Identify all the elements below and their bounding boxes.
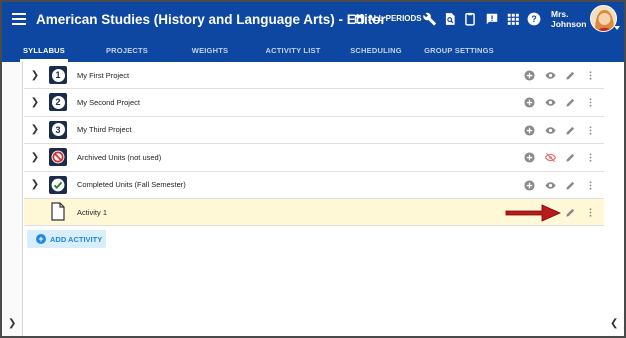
- number-badge-icon: 3: [49, 120, 67, 139]
- add-activity-button[interactable]: + ADD ACTIVITY: [27, 230, 106, 248]
- list-item[interactable]: ❯ 3 My Third Project: [24, 117, 604, 145]
- list-item[interactable]: ❯ 2 My Second Project: [24, 89, 604, 117]
- pencil-icon[interactable]: [565, 70, 576, 81]
- chevron-right-icon[interactable]: ❯: [30, 179, 40, 190]
- wrench-icon[interactable]: [422, 11, 438, 27]
- number-badge-icon: 2: [49, 93, 67, 112]
- left-rail: ❯: [2, 62, 23, 336]
- tab-projects[interactable]: PROJECTS: [98, 38, 156, 62]
- badge-number: 2: [51, 95, 65, 109]
- check-circle-icon: [49, 175, 67, 194]
- more-vert-icon[interactable]: [585, 152, 596, 163]
- list-item[interactable]: ❯ Completed Units (Fall Semester): [24, 172, 604, 199]
- clipboard-icon[interactable]: [462, 11, 478, 27]
- list-item[interactable]: ❯ Archived Units (not used): [24, 144, 604, 172]
- eye-icon[interactable]: [545, 97, 556, 108]
- row-label: Archived Units (not used): [77, 152, 162, 162]
- more-vert-icon[interactable]: [585, 207, 596, 218]
- tab-activity-list[interactable]: ACTIVITY LIST: [260, 38, 326, 62]
- tab-syllabus[interactable]: SYLLABUS: [20, 38, 68, 62]
- pencil-icon[interactable]: [565, 180, 576, 191]
- row-label: Completed Units (Fall Semester): [77, 180, 186, 190]
- user-name-line1: Mrs.: [551, 9, 569, 19]
- chevron-right-icon[interactable]: ❯: [30, 152, 40, 163]
- row-label: My Third Project: [77, 125, 132, 135]
- badge-number: 3: [51, 123, 65, 137]
- calendar-icon: [354, 13, 365, 24]
- pencil-icon[interactable]: [565, 207, 576, 218]
- row-label: Activity 1: [77, 207, 108, 217]
- add-circle-icon[interactable]: [524, 180, 535, 191]
- pencil-icon[interactable]: [565, 152, 576, 163]
- eye-icon[interactable]: [545, 70, 556, 81]
- collapse-panel-icon[interactable]: ❮: [610, 318, 618, 329]
- user-name[interactable]: Mrs. Johnson: [551, 9, 586, 29]
- menu-icon[interactable]: [12, 13, 26, 25]
- add-activity-label: ADD ACTIVITY: [50, 234, 103, 244]
- help-icon[interactable]: ?: [526, 11, 542, 27]
- row-label: My First Project: [77, 70, 130, 80]
- chevron-right-icon[interactable]: ❯: [30, 124, 40, 135]
- user-name-line2: Johnson: [551, 19, 587, 29]
- chevron-right-icon[interactable]: ❯: [30, 70, 40, 81]
- list-item[interactable]: ❯ 1 My First Project: [24, 62, 604, 90]
- search-document-icon[interactable]: [442, 11, 458, 27]
- tab-weights[interactable]: WEIGHTS: [186, 38, 234, 62]
- more-vert-icon[interactable]: [585, 97, 596, 108]
- row-label: My Second Project: [77, 98, 140, 108]
- badge-number: 1: [51, 68, 65, 82]
- avatar[interactable]: [590, 5, 617, 32]
- app-window: American Studies (History and Language A…: [0, 0, 626, 338]
- tab-group-settings[interactable]: GROUP SETTINGS: [424, 38, 494, 62]
- prohibited-icon: [49, 148, 67, 167]
- periods-button[interactable]: ALL PERIODS: [354, 13, 422, 24]
- more-vert-icon[interactable]: [585, 125, 596, 136]
- add-circle-icon[interactable]: [524, 97, 535, 108]
- periods-label: ALL PERIODS: [368, 14, 422, 23]
- more-vert-icon[interactable]: [585, 180, 596, 191]
- number-badge-icon: 1: [49, 66, 67, 84]
- avatar-dropdown-icon[interactable]: [614, 26, 620, 30]
- callout-arrow-icon: [505, 204, 561, 222]
- pencil-icon[interactable]: [565, 125, 576, 136]
- page-title: American Studies (History and Language A…: [36, 12, 386, 27]
- more-vert-icon[interactable]: [585, 70, 596, 81]
- pencil-icon[interactable]: [565, 97, 576, 108]
- app-bar: American Studies (History and Language A…: [2, 2, 624, 62]
- add-circle-icon[interactable]: [524, 125, 535, 136]
- eye-icon[interactable]: [545, 125, 556, 136]
- tab-scheduling[interactable]: SCHEDULING: [348, 38, 404, 62]
- chevron-right-icon[interactable]: ❯: [30, 97, 40, 108]
- plus-icon: +: [36, 234, 46, 244]
- svg-text:?: ?: [531, 14, 536, 24]
- apps-grid-icon[interactable]: [505, 11, 521, 27]
- tab-bar: SYLLABUS PROJECTS WEIGHTS ACTIVITY LIST …: [2, 38, 624, 62]
- expand-sidebar-icon[interactable]: ❯: [8, 318, 16, 329]
- top-bar: American Studies (History and Language A…: [2, 2, 624, 38]
- eye-icon[interactable]: [545, 180, 556, 191]
- eye-off-icon[interactable]: [545, 152, 556, 163]
- document-icon: [51, 202, 65, 221]
- feedback-icon[interactable]: [484, 11, 500, 27]
- add-circle-icon[interactable]: [524, 152, 535, 163]
- add-circle-icon[interactable]: [524, 70, 535, 81]
